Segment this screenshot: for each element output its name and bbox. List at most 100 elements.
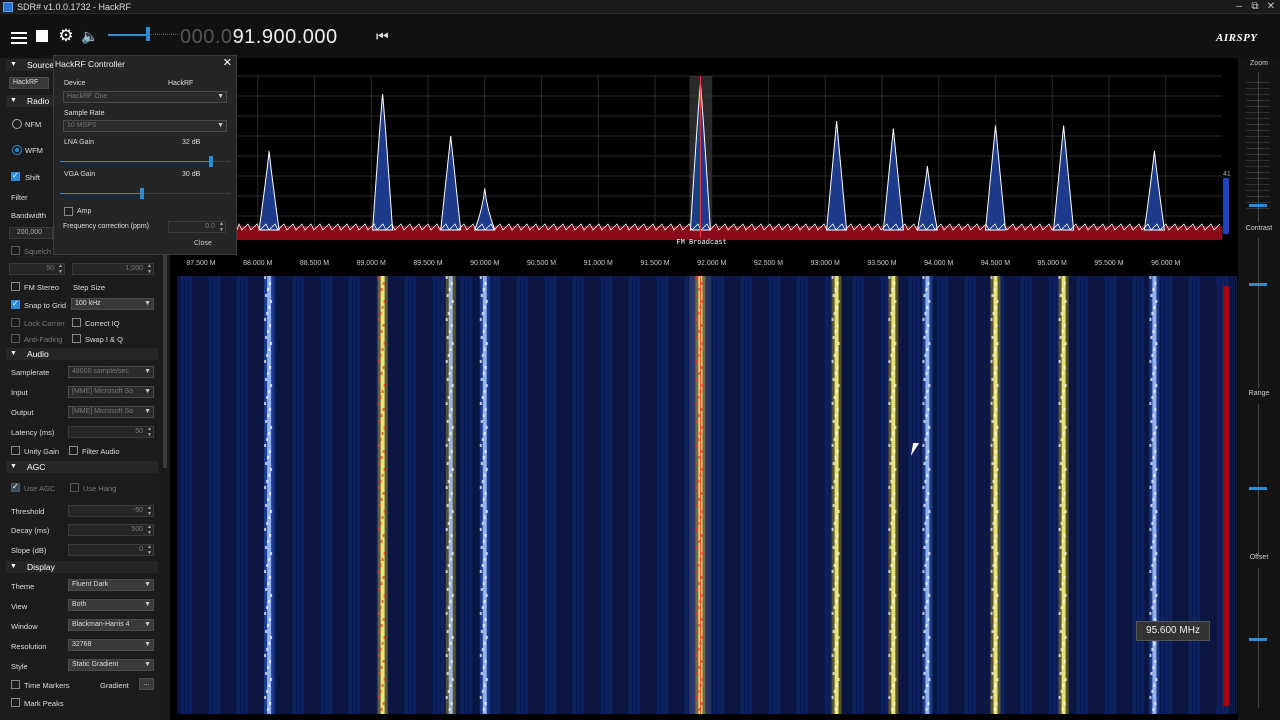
source-select[interactable]: HackRF [9,77,49,89]
swap-iq-checkbox[interactable] [72,334,81,343]
mark-peaks-checkbox[interactable] [11,698,20,707]
waterfall-speckle [270,342,273,345]
bandwidth-input[interactable]: 200,000 [9,227,53,239]
output-select[interactable]: [MME] Microsoft So ▼ [68,406,154,418]
agc-section-header[interactable]: ▼ AGC [6,461,158,473]
waterfall-speckle [696,420,699,423]
waterfall-speckle [1063,702,1066,705]
squelch-input[interactable]: 50 ▲ ▼ [9,263,65,275]
gear-icon[interactable]: ⚙ [57,27,75,45]
waterfall-column [653,276,656,714]
wfm-label: WFM [25,146,43,155]
decay-input[interactable]: 500 ▲ ▼ [68,524,154,536]
unity-gain-checkbox[interactable] [11,446,20,455]
waterfall-column [885,276,888,714]
waterfall-speckle [994,516,997,519]
waterfall-speckle [447,396,450,399]
waterfall-column [253,276,256,714]
dialog-close-icon[interactable]: ✕ [223,56,232,69]
waterfall-column [1037,276,1040,714]
waterfall-speckle [697,312,700,315]
view-select[interactable]: Both ▼ [68,599,154,611]
volume-slider[interactable] [108,27,178,41]
theme-label: Theme [11,582,35,591]
shift-checkbox[interactable] [11,171,20,181]
spectrum-display[interactable]: FM Broadcast 41 87.500 M 88.000 M 88.500 M 89… [177,58,1237,272]
anti-fading-checkbox[interactable] [11,334,20,343]
waterfall-speckle [479,486,482,489]
waterfall-speckle [894,636,897,639]
dialog-close-button[interactable]: Close [194,240,212,247]
theme-select[interactable]: Fluent Dark ▼ [68,579,154,591]
lna-gain-slider[interactable] [60,156,230,167]
waterfall-speckle [484,618,487,621]
lock-carrier-checkbox[interactable] [11,318,20,327]
waterfall-column [945,276,948,714]
device-select[interactable]: HackRF One ▼ [63,91,227,103]
waterfall-speckle [451,552,454,555]
stop-icon[interactable] [36,30,48,42]
waterfall-speckle [701,510,704,513]
use-agc-checkbox[interactable] [11,482,20,492]
freq-correction-input[interactable]: 0.0 ▲ ▼ [168,221,226,233]
fm-stereo-checkbox[interactable] [11,282,20,291]
frequency-display[interactable]: 000.091.900.000 [180,26,338,49]
waterfall-speckle [483,390,486,393]
waterfall-speckle [695,486,698,489]
wfm-radio[interactable] [12,145,22,155]
tune-lock-icon[interactable]: ⏮ [376,28,389,45]
waterfall-speckle [379,354,382,357]
menu-icon[interactable] [10,29,28,47]
input-select[interactable]: [MME] Microsoft So ▼ [68,386,154,398]
amp-checkbox[interactable] [64,207,73,216]
slope-input[interactable]: 0 ▲ ▼ [68,544,154,556]
samplerate-select[interactable]: 48000 sample/sec ▼ [68,366,154,378]
waterfall-speckle [927,450,930,453]
waterfall-speckle [831,612,834,615]
nfm-radio[interactable] [12,119,22,129]
frequency-tick-label: 93.000 M [811,260,840,267]
window-select[interactable]: Blackman-Harris 4 ▼ [68,619,154,631]
zoom-slider[interactable] [1249,204,1267,207]
window-label: Window [11,622,38,631]
waterfall-speckle [269,702,272,705]
filter-audio-checkbox[interactable] [69,446,78,455]
sample-rate-select[interactable]: 10 MSPS ▼ [63,120,227,132]
waterfall-display[interactable] [177,276,1237,714]
waterfall-speckle [482,624,485,627]
threshold-input[interactable]: -50 ▲ ▼ [68,505,154,517]
audio-section-header[interactable]: ▼ Audio [6,348,158,360]
waterfall-speckle [1155,678,1158,681]
cw-shift-input[interactable]: 1,000 ▲ ▼ [72,263,154,275]
speaker-icon[interactable]: 🔈 [81,27,99,45]
waterfall-column [845,276,848,714]
waterfall-column [797,276,800,714]
contrast-slider[interactable] [1249,283,1267,286]
correct-iq-checkbox[interactable] [72,318,81,327]
waterfall-speckle [1064,510,1067,513]
waterfall-column [1185,276,1188,714]
display-section-header[interactable]: ▼ Display [6,561,158,573]
style-select[interactable]: Static Gradient ▼ [68,659,154,671]
waterfall-speckle [1062,390,1065,393]
use-hang-checkbox[interactable] [70,483,79,492]
close-button[interactable]: ✕ [1262,0,1280,14]
resolution-select[interactable]: 32768 ▼ [68,639,154,651]
range-slider[interactable] [1249,486,1267,490]
waterfall-speckle [382,282,385,285]
gradient-button[interactable]: ... [139,678,154,690]
latency-input[interactable]: 50 ▲ ▼ [68,426,154,438]
snap-to-grid-checkbox[interactable] [11,299,20,309]
offset-slider[interactable] [1249,638,1267,641]
waterfall-speckle [831,360,834,363]
vga-gain-slider[interactable] [60,188,230,199]
waterfall-speckle [382,534,385,537]
waterfall-speckle [831,696,834,699]
time-markers-checkbox[interactable] [11,680,20,689]
waterfall-column [629,276,632,714]
step-size-select[interactable]: 100 kHz ▼ [71,298,154,310]
waterfall-speckle [836,450,839,453]
squelch-checkbox[interactable] [11,246,20,255]
waterfall-column [861,276,864,714]
waterfall-speckle [1154,534,1157,537]
